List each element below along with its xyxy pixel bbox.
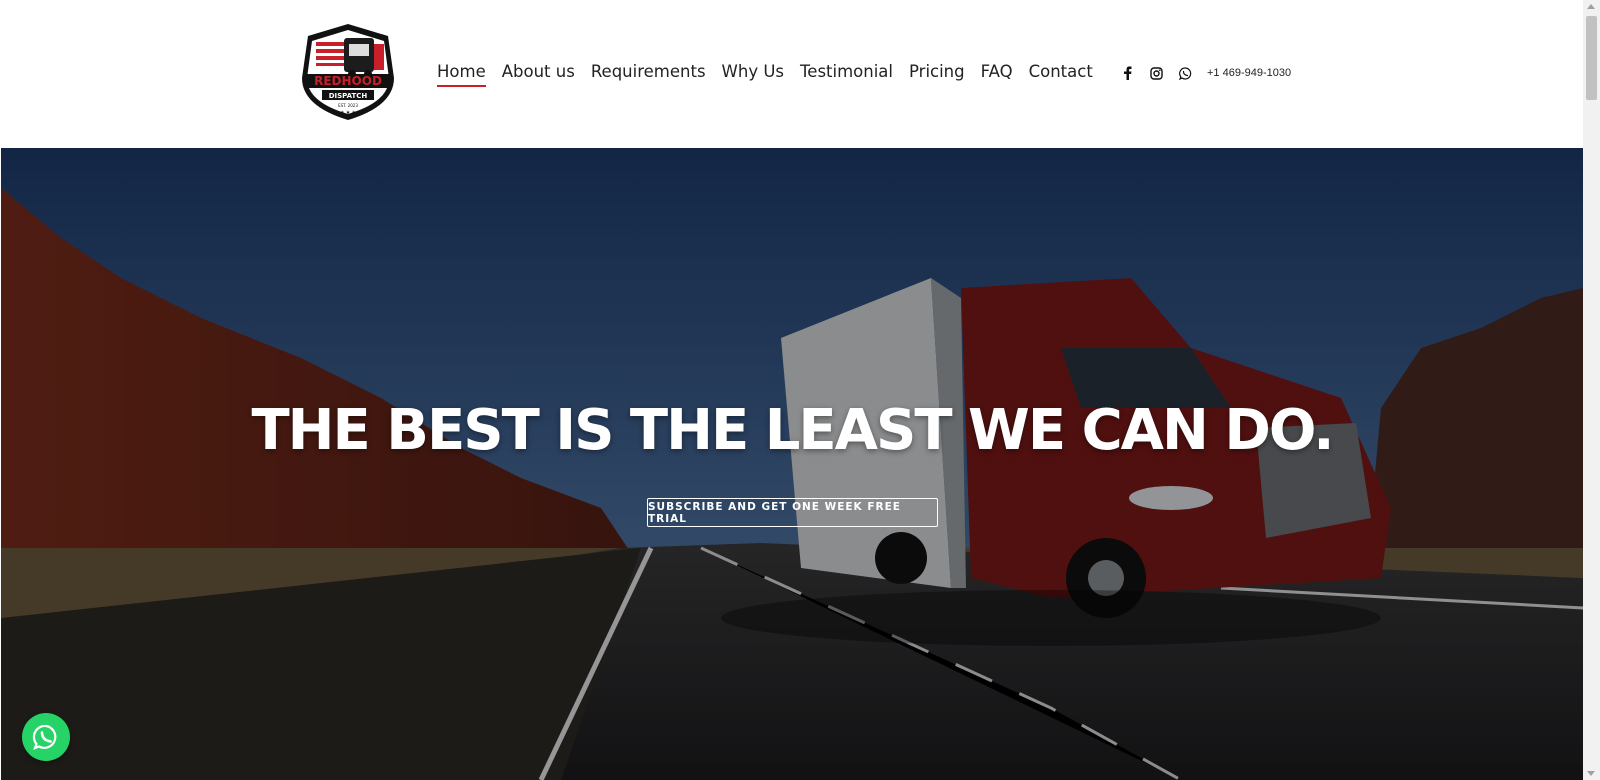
nav-item-about[interactable]: About us (502, 62, 575, 87)
nav-item-faq[interactable]: FAQ (981, 62, 1013, 87)
brand-logo[interactable]: REDHOOD DISPATCH EST. 2023 ★ ★ ★ (296, 22, 400, 122)
nav-item-requirements[interactable]: Requirements (591, 62, 706, 87)
whatsapp-icon (32, 724, 57, 750)
scroll-up-arrow[interactable] (1587, 4, 1595, 9)
logo-text-est: EST. 2023 (338, 103, 358, 108)
scroll-thumb[interactable] (1586, 16, 1597, 100)
nav-item-home[interactable]: Home (437, 62, 486, 87)
whatsapp-chat-button[interactable] (22, 713, 70, 761)
phone-link[interactable]: +1 469-949-1030 (1207, 67, 1291, 79)
hero-title: THE BEST IS THE LEAST WE CAN DO. (251, 398, 1334, 463)
scroll-down-arrow[interactable] (1587, 771, 1595, 776)
vertical-scrollbar[interactable] (1583, 0, 1600, 780)
nav-item-pricing[interactable]: Pricing (909, 62, 965, 87)
nav-item-testimonial[interactable]: Testimonial (800, 62, 893, 87)
subscribe-free-trial-button[interactable]: SUBSCRIBE AND GET ONE WEEK FREE TRIAL (647, 498, 938, 527)
logo-text-dispatch: DISPATCH (329, 92, 368, 100)
nav-item-contact[interactable]: Contact (1029, 62, 1093, 87)
site-header: REDHOOD DISPATCH EST. 2023 ★ ★ ★ Home Ab… (0, 0, 1583, 148)
hero-overlay (1, 148, 1583, 780)
whatsapp-icon[interactable] (1178, 66, 1192, 80)
instagram-icon[interactable] (1149, 66, 1163, 80)
facebook-icon[interactable] (1120, 66, 1134, 80)
main-nav: Home About us Requirements Why Us Testim… (437, 62, 1109, 87)
nav-item-why-us[interactable]: Why Us (722, 62, 784, 87)
svg-text:★ ★ ★: ★ ★ ★ (340, 110, 357, 116)
social-links: +1 469-949-1030 (1120, 66, 1291, 80)
logo-text-red: REDHOOD (314, 74, 382, 88)
hero-section: THE BEST IS THE LEAST WE CAN DO. SUBSCRI… (1, 148, 1583, 780)
page: REDHOOD DISPATCH EST. 2023 ★ ★ ★ Home Ab… (0, 0, 1600, 780)
